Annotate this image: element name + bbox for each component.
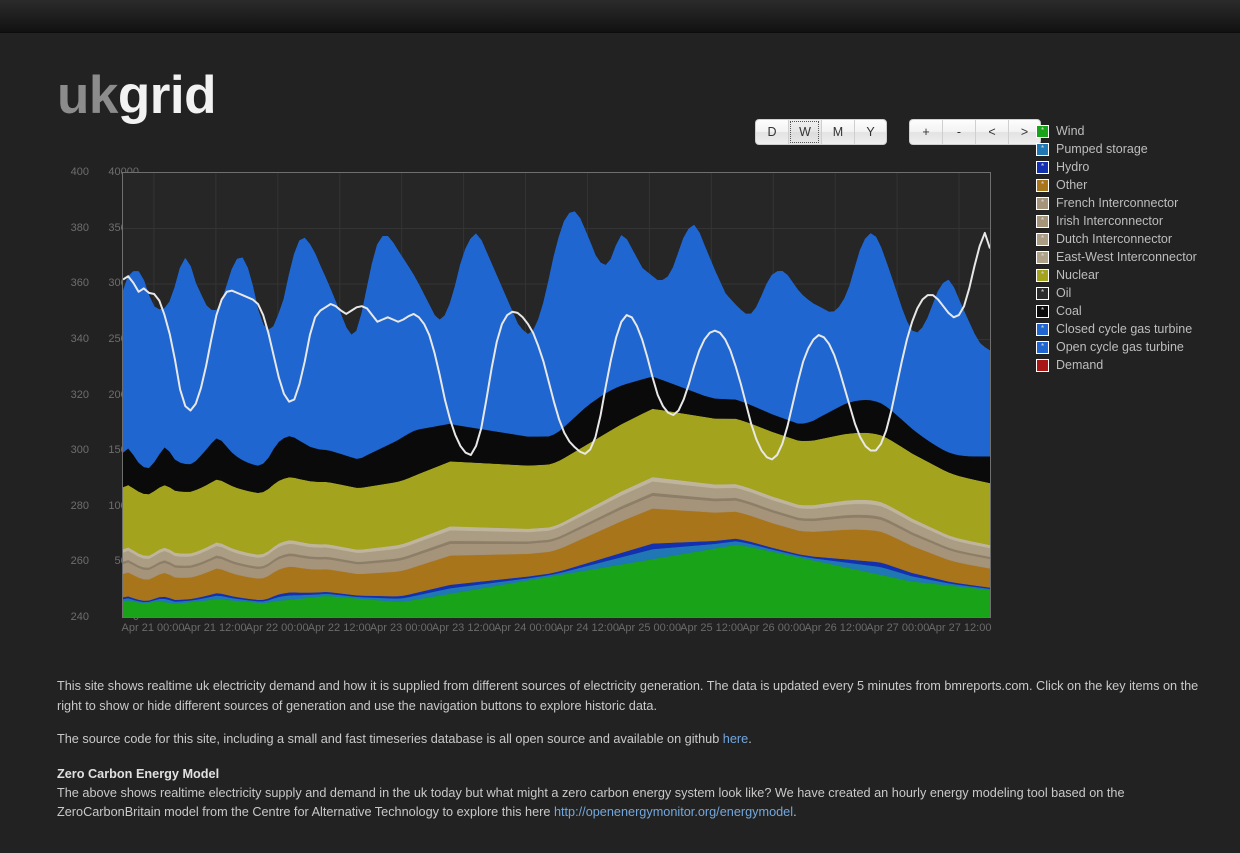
chart-legend: * Wind * Pumped storage * Hydro * Other * French …	[1036, 122, 1236, 374]
y-tick-left: 300	[70, 444, 89, 457]
legend-item-east-west-interconnector[interactable]: * East-West Interconnector	[1036, 248, 1236, 266]
legend-label: Demand	[1056, 358, 1104, 372]
legend-label: Other	[1056, 178, 1088, 192]
legend-label: French Interconnector	[1056, 196, 1179, 210]
site-logo[interactable]: ukgrid	[57, 66, 216, 126]
legend-swatch-icon: *	[1036, 304, 1049, 318]
zero-carbon-paragraph: The above shows realtime electricity sup…	[57, 784, 1203, 823]
legend-label: East-West Interconnector	[1056, 250, 1197, 264]
legend-label: Dutch Interconnector	[1056, 232, 1173, 246]
legend-item-wind[interactable]: * Wind	[1036, 122, 1236, 140]
legend-label: Coal	[1056, 304, 1082, 318]
y-axis-left: 400 380 360 340 320 300 280 260 240	[57, 164, 89, 626]
x-tick-label: Apr 21 12:00	[183, 622, 247, 634]
legend-swatch-icon: *	[1036, 214, 1049, 228]
legend-swatch-icon: *	[1036, 142, 1049, 156]
y-tick-left: 380	[70, 221, 89, 234]
legend-label: Irish Interconnector	[1056, 214, 1163, 228]
energymodel-link[interactable]: http://openenergymonitor.org/energymodel	[554, 805, 793, 819]
legend-label: Pumped storage	[1056, 142, 1148, 156]
range-button-group: DWMY	[755, 119, 887, 145]
stacked-area-chart	[123, 173, 990, 617]
x-tick-label: Apr 25 12:00	[680, 622, 744, 634]
legend-item-open-cycle-gas-turbine[interactable]: * Open cycle gas turbine	[1036, 338, 1236, 356]
legend-item-irish-interconnector[interactable]: * Irish Interconnector	[1036, 212, 1236, 230]
legend-swatch-icon: *	[1036, 232, 1049, 246]
legend-swatch-icon	[1036, 358, 1049, 372]
x-tick-label: Apr 22 12:00	[307, 622, 371, 634]
range-button-day[interactable]: D	[755, 119, 788, 145]
legend-item-closed-cycle-gas-turbine[interactable]: * Closed cycle gas turbine	[1036, 320, 1236, 338]
top-navbar	[0, 0, 1240, 33]
legend-item-other[interactable]: * Other	[1036, 176, 1236, 194]
range-button-week[interactable]: W	[788, 119, 821, 145]
y-tick-left: 360	[70, 277, 89, 290]
range-button-month[interactable]: M	[821, 119, 854, 145]
source-text-after: .	[748, 732, 752, 746]
plot-area[interactable]	[122, 172, 991, 618]
legend-item-nuclear[interactable]: * Nuclear	[1036, 266, 1236, 284]
y-tick-left: 320	[70, 388, 89, 401]
y-tick-left: 240	[70, 611, 89, 623]
legend-item-pumped-storage[interactable]: * Pumped storage	[1036, 140, 1236, 158]
intro-paragraph: This site shows realtime uk electricity …	[57, 679, 1199, 713]
y-tick-left: 280	[70, 499, 89, 512]
legend-swatch-icon: *	[1036, 322, 1049, 336]
x-tick-label: Apr 24 00:00	[493, 622, 557, 634]
legend-label: Oil	[1056, 286, 1072, 300]
legend-swatch-icon: *	[1036, 178, 1049, 192]
x-tick-label: Apr 26 12:00	[804, 622, 868, 634]
x-tick-label: Apr 21 00:00	[121, 622, 185, 634]
legend-swatch-icon: *	[1036, 196, 1049, 210]
x-tick-label: Apr 26 00:00	[742, 622, 806, 634]
y-tick-left: 340	[70, 332, 89, 345]
zero-carbon-text-after: .	[793, 805, 797, 819]
navbar-inner	[0, 0, 1240, 32]
range-button-year[interactable]: Y	[854, 119, 887, 145]
navigation-button-group: + - < >	[909, 119, 1041, 145]
legend-item-dutch-interconnector[interactable]: * Dutch Interconnector	[1036, 230, 1236, 248]
legend-swatch-icon: *	[1036, 124, 1049, 138]
chart-container: 400380360340320300280260240 400003500030…	[57, 164, 997, 676]
x-tick-label: Apr 22 00:00	[245, 622, 309, 634]
x-tick-label: Apr 27 00:00	[866, 622, 930, 634]
legend-item-demand[interactable]: Demand	[1036, 356, 1236, 374]
nav-button-prev[interactable]: <	[975, 119, 1008, 145]
zero-carbon-subhead: Zero Carbon Energy Model	[57, 766, 220, 781]
chart-controls: DWMY + - < >	[755, 119, 1041, 145]
legend-swatch-icon: *	[1036, 268, 1049, 282]
legend-item-french-interconnector[interactable]: * French Interconnector	[1036, 194, 1236, 212]
legend-label: Closed cycle gas turbine	[1056, 322, 1193, 336]
legend-item-coal[interactable]: * Coal	[1036, 302, 1236, 320]
logo-uk-text: uk	[57, 66, 118, 125]
legend-label: Hydro	[1056, 160, 1090, 174]
source-text-before: The source code for this site, including…	[57, 732, 723, 746]
legend-label: Nuclear	[1056, 268, 1100, 282]
legend-item-hydro[interactable]: * Hydro	[1036, 158, 1236, 176]
page-body: ukgrid DWMY + - < > 400 380 360 340 320 300 280 26…	[0, 34, 1240, 853]
nav-button-zoom-in[interactable]: +	[909, 119, 942, 145]
x-tick-label: Apr 27 12:00	[928, 622, 992, 634]
legend-swatch-icon: *	[1036, 250, 1049, 264]
x-tick-label: Apr 23 12:00	[431, 622, 495, 634]
legend-swatch-icon: *	[1036, 286, 1049, 300]
y-tick-left: 260	[70, 555, 89, 568]
source-paragraph: The source code for this site, including…	[57, 730, 1203, 750]
github-link[interactable]: here	[723, 732, 748, 746]
legend-swatch-icon: *	[1036, 160, 1049, 174]
page-copy: This site shows realtime uk electricity …	[57, 677, 1203, 837]
legend-swatch-icon: *	[1036, 340, 1049, 354]
legend-label: Open cycle gas turbine	[1056, 340, 1184, 354]
x-tick-label: Apr 25 00:00	[618, 622, 682, 634]
x-tick-label: Apr 23 00:00	[369, 622, 433, 634]
y-tick-left: 400	[70, 166, 89, 178]
x-tick-label: Apr 24 12:00	[556, 622, 620, 634]
x-axis: Apr 21 00:00 Apr 21 12:00 Apr 22 00:00 Apr …	[122, 622, 1002, 642]
logo-grid-text: grid	[117, 66, 217, 125]
legend-label: Wind	[1056, 124, 1085, 138]
legend-item-oil[interactable]: * Oil	[1036, 284, 1236, 302]
nav-button-zoom-out[interactable]: -	[942, 119, 975, 145]
